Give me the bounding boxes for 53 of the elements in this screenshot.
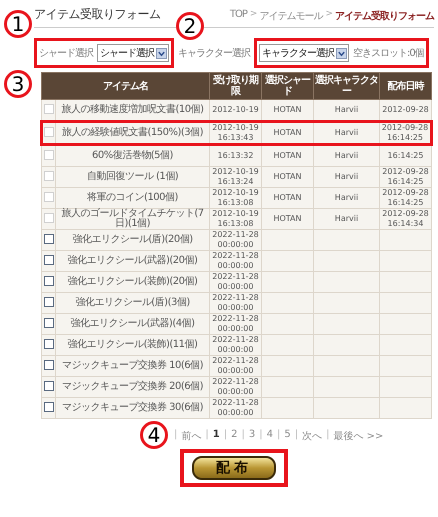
next-page-link[interactable]: 次へ: [302, 429, 322, 443]
shard-label: シャード選択: [39, 47, 93, 60]
free-slots-text: 空きスロット:0個: [353, 48, 424, 58]
breadcrumb-separator: >: [325, 9, 332, 21]
pagination-separator: |: [259, 429, 263, 442]
prev-page-link[interactable]: 前へ: [181, 429, 202, 443]
annotation-number: 1: [4, 10, 32, 38]
page-link[interactable]: 5: [284, 429, 291, 443]
checkbox[interactable]: [44, 338, 54, 348]
checkbox[interactable]: [44, 360, 54, 370]
character-cell: [314, 398, 380, 418]
shard-cell: [262, 398, 314, 418]
checkbox[interactable]: [44, 380, 54, 390]
distribution-date-cell: 2012-09-28: [380, 100, 432, 122]
breadcrumb-link[interactable]: アイテムモール: [259, 9, 322, 23]
checkbox[interactable]: [44, 234, 54, 244]
checkbox[interactable]: [44, 254, 54, 264]
distribute-button[interactable]: 配布: [192, 456, 276, 480]
annotation-number: 4: [140, 421, 168, 449]
page-title: アイテム受取りフォーム: [34, 6, 160, 23]
page-link[interactable]: 1: [212, 429, 220, 443]
last-page-link[interactable]: 最後へ >>: [333, 429, 384, 443]
deadline-cell: 2012-10-19: [210, 100, 262, 122]
column-header: アイテム名: [42, 72, 210, 100]
shard-dropdown[interactable]: シャード選択: [97, 44, 169, 62]
pagination-separator: |: [276, 429, 280, 442]
breadcrumb-link[interactable]: アイテム受取りフォーム: [335, 9, 434, 23]
breadcrumb-separator: >: [250, 9, 256, 21]
character-dropdown[interactable]: キャラクター選択: [259, 44, 349, 62]
pagination-separator: |: [224, 429, 228, 442]
column-header: 受け取り期限: [210, 72, 262, 100]
deadline-cell: 2022-11-28 00:00:00: [210, 398, 262, 418]
pagination-separator: |: [241, 429, 245, 442]
pagination-separator: |: [205, 429, 209, 442]
annotation-number: 2: [176, 12, 204, 40]
pagination-separator: |: [326, 429, 330, 442]
column-header: 選択シャード: [262, 72, 314, 100]
breadcrumb-link[interactable]: TOP: [230, 9, 247, 23]
distribution-date-cell: [380, 398, 432, 418]
column-header: 配布日時: [380, 72, 432, 100]
character-label: キャラクター選択: [178, 47, 250, 60]
checkbox[interactable]: [44, 276, 54, 286]
item-name-cell: マジックキューブ交換券 30(6個): [56, 398, 210, 418]
column-header: 選択キャラクター: [314, 72, 380, 100]
checkbox[interactable]: [44, 318, 54, 328]
page-link[interactable]: 2: [231, 429, 238, 443]
page-link[interactable]: 4: [266, 429, 273, 443]
page-link[interactable]: 3: [248, 429, 256, 443]
pagination-separator: |: [174, 429, 178, 442]
checkbox[interactable]: [44, 402, 54, 412]
checkbox[interactable]: [44, 296, 54, 306]
annotation-number: 3: [4, 70, 32, 98]
pagination-separator: |: [294, 429, 298, 442]
